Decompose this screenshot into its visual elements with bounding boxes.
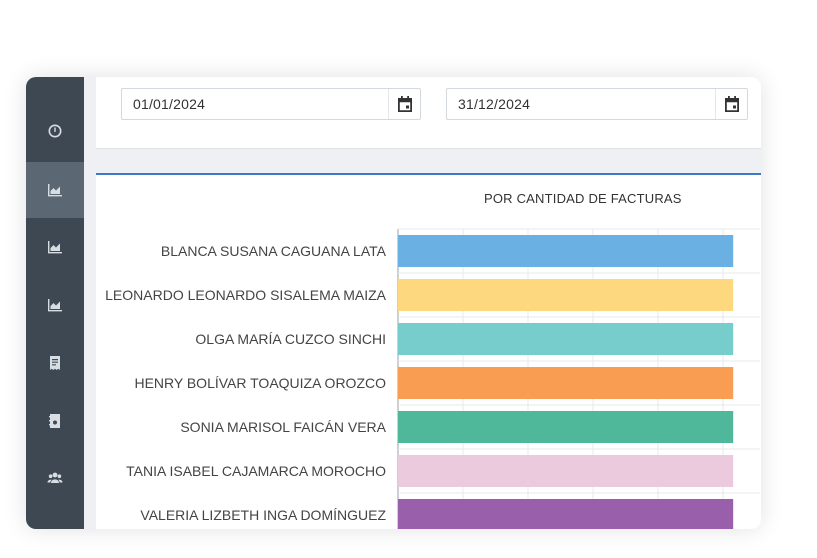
users-icon <box>47 472 63 483</box>
sidebar-item-contacts[interactable] <box>26 393 84 449</box>
category-label: TANIA ISABEL CAJAMARCA MOROCHO <box>126 463 386 479</box>
sidebar-item-report-3[interactable] <box>26 277 84 333</box>
app-window: 01/01/2024 31/12/2024 POR CANTIDAD DE FA… <box>26 77 761 529</box>
end-date-input[interactable]: 31/12/2024 <box>446 88 748 120</box>
category-label: HENRY BOLÍVAR TOAQUIZA OROZCO <box>134 375 386 391</box>
sidebar-item-report-2[interactable] <box>26 219 84 275</box>
area-chart-icon <box>48 184 62 197</box>
bar[interactable] <box>398 279 734 311</box>
main-content: 01/01/2024 31/12/2024 POR CANTIDAD DE FA… <box>84 77 761 529</box>
category-label: LEONARDO LEONARDO SISALEMA MAIZA <box>105 287 387 303</box>
area-chart-icon <box>48 241 62 254</box>
calendar-icon[interactable] <box>715 89 747 119</box>
bar[interactable] <box>398 323 734 355</box>
bar[interactable] <box>398 455 734 487</box>
sidebar <box>26 77 84 529</box>
start-date-value: 01/01/2024 <box>133 96 206 112</box>
sidebar-item-report-1[interactable] <box>26 162 84 218</box>
bar[interactable] <box>398 235 734 267</box>
sidebar-item-invoices[interactable] <box>26 335 84 391</box>
sidebar-item-users[interactable] <box>26 450 84 506</box>
sidebar-item-dashboard[interactable] <box>26 103 84 159</box>
category-label: OLGA MARÍA CUZCO SINCHI <box>195 331 386 347</box>
category-label: BLANCA SUSANA CAGUANA LATA <box>161 243 387 259</box>
date-filter-panel: 01/01/2024 31/12/2024 <box>96 77 761 149</box>
category-label: VALERIA LIZBETH INGA DOMÍNGUEZ <box>140 507 386 523</box>
area-chart-icon <box>48 299 62 312</box>
bar[interactable] <box>398 367 734 399</box>
bar-chart: BLANCA SUSANA CAGUANA LATA LEONARDO LEONA… <box>105 228 760 529</box>
start-date-input[interactable]: 01/01/2024 <box>121 88 421 120</box>
dashboard-icon <box>48 124 62 138</box>
calendar-icon[interactable] <box>388 89 420 119</box>
bar[interactable] <box>398 411 734 443</box>
end-date-value: 31/12/2024 <box>458 96 531 112</box>
category-label: SONIA MARISOL FAICÁN VERA <box>180 419 386 435</box>
chart-panel: POR CANTIDAD DE FACTURAS BLANCA SUSANA C… <box>96 173 761 529</box>
bar[interactable] <box>398 499 734 529</box>
receipt-icon <box>50 356 60 370</box>
contact-book-icon <box>49 414 60 428</box>
